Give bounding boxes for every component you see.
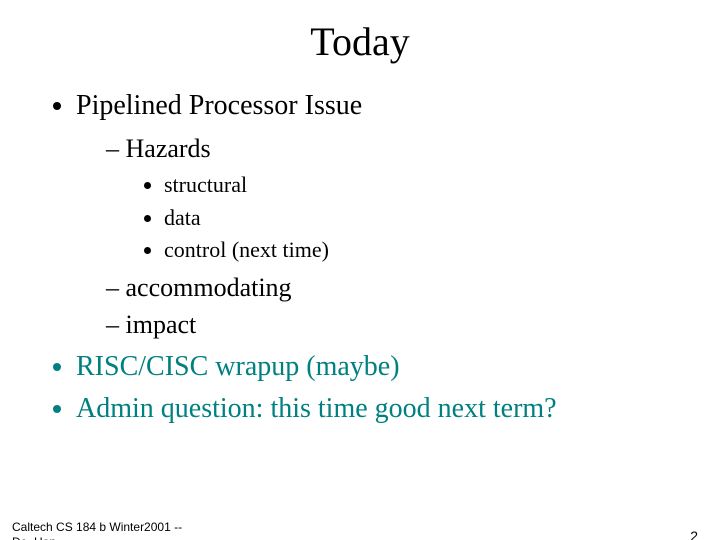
bullet-item: control (next time) (164, 235, 720, 266)
bullet-item: impact (106, 307, 720, 342)
bullet-item: Hazards structural data control (next ti… (106, 131, 720, 266)
bullet-item: data (164, 203, 720, 234)
bullet-text: structural (164, 172, 247, 197)
bullet-item: structural (164, 170, 720, 201)
bullet-list-level1: Pipelined Processor Issue Hazards struct… (48, 87, 720, 428)
bullet-text: data (164, 205, 201, 230)
slide-title: Today (0, 18, 720, 65)
footer-line: Caltech CS 184 b Winter2001 -- (12, 520, 182, 535)
footer-line: De. Hon (12, 535, 182, 540)
bullet-item: accommodating (106, 270, 720, 305)
bullet-item-accent: Admin question: this time good next term… (76, 390, 720, 428)
bullet-item-accent: RISC/CISC wrapup (maybe) (76, 348, 720, 386)
bullet-text: control (next time) (164, 237, 329, 262)
bullet-text: Pipelined Processor Issue (76, 90, 362, 121)
bullet-item: Pipelined Processor Issue Hazards struct… (76, 87, 720, 342)
bullet-text: Admin question: this time good next term… (76, 393, 557, 424)
bullet-text: RISC/CISC wrapup (maybe) (76, 351, 400, 382)
bullet-list-level3: structural data control (next time) (142, 170, 720, 266)
bullet-text: impact (126, 310, 197, 339)
slide: Today Pipelined Processor Issue Hazards … (0, 18, 720, 540)
bullet-text: Hazards (126, 134, 211, 163)
bullet-text: accommodating (126, 273, 292, 302)
footer-left: Caltech CS 184 b Winter2001 -- De. Hon (12, 520, 182, 540)
bullet-list-level2: Hazards structural data control (next ti… (106, 131, 720, 343)
page-number: 2 (690, 528, 698, 540)
